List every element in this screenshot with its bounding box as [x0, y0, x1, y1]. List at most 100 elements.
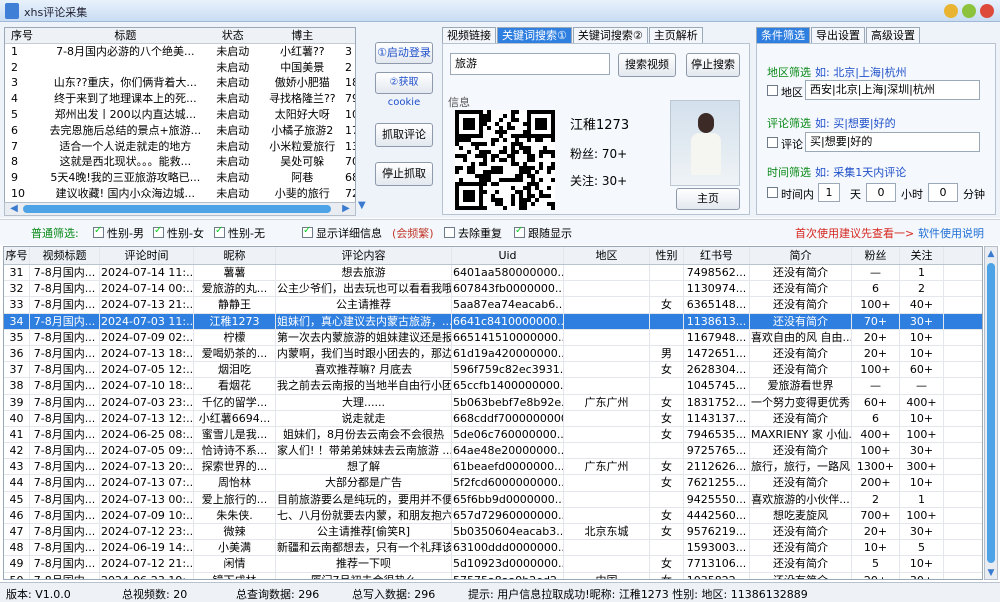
col-follow[interactable]: 关注	[900, 247, 944, 264]
col-region[interactable]: 地区	[564, 247, 650, 264]
table-row[interactable]: 45 7-8月国内... 2024-07-13 00:... 爱上旅行的... 目前旅游…	[4, 491, 982, 508]
header-title[interactable]: 标题	[45, 28, 206, 43]
table-row[interactable]: 43 7-8月国内... 2024-07-13 20:... 探索世界的... 想了解 6…	[4, 459, 982, 476]
task-row[interactable]: 4 终于来到了地理课本上的死... 未启动 寻找格隆兰?? 79	[5, 91, 355, 107]
col-red-id[interactable]: 红书号	[684, 247, 750, 264]
task-table-scrollbar[interactable]: ◀ ▶	[4, 202, 356, 216]
table-row[interactable]: 39 7-8月国内... 2024-07-03 23:... 千亿的留学... 大理..…	[4, 394, 982, 411]
table-row[interactable]: 33 7-8月国内... 2024-07-13 21:... 静静王 公主请推荐 5aa8…	[4, 297, 982, 314]
stop-capture-button[interactable]: 停止抓取	[375, 162, 433, 186]
scroll-down-icon[interactable]: ▼	[985, 567, 997, 579]
female-checkbox[interactable]	[153, 225, 164, 238]
stop-search-button[interactable]: 停止搜索	[686, 53, 740, 77]
col-bio[interactable]: 简介	[750, 247, 852, 264]
get-cookie-button[interactable]: ②获取cookie	[375, 72, 433, 108]
close-icon[interactable]	[980, 4, 994, 18]
homepage-button[interactable]: 主页	[676, 188, 740, 210]
tab-keyword-search-2[interactable]: 关键词搜索②	[572, 27, 648, 43]
table-row[interactable]: 44 7-8月国内... 2024-07-13 07:... 周怡林 大部分都是广告 5f…	[4, 475, 982, 492]
cell-gender: 女	[650, 572, 684, 579]
dedupe-checkbox[interactable]	[444, 227, 455, 238]
minutes-input[interactable]: 0	[928, 183, 958, 202]
table-row[interactable]: 36 7-8月国内... 2024-07-13 18:... 爱喝奶茶的... 内蒙啊，…	[4, 345, 982, 363]
table-row[interactable]: 34 7-8月国内... 2024-07-03 11:... 江稚1273 姐妹们，真心…	[4, 313, 982, 330]
col-content[interactable]: 评论内容	[276, 247, 452, 264]
task-blogger: 太阳好大呀	[274, 107, 330, 121]
cell-comment-time: 2024-07-13 00:...	[101, 491, 194, 507]
table-row[interactable]: 49 7-8月国内... 2024-07-12 21:... 闲情 推荐一下呗 5d109…	[4, 556, 982, 573]
days-input[interactable]: 1	[818, 183, 840, 202]
no-gender-checkbox[interactable]	[214, 225, 225, 238]
table-row[interactable]: 35 7-8月国内... 2024-07-09 02:... 柠檬 第一次去内蒙旅游的姐…	[4, 329, 982, 346]
table-row[interactable]: 37 7-8月国内... 2024-07-05 12:... 烟泪吃 喜欢推荐嘛? 月底…	[4, 362, 982, 379]
manual-link[interactable]: 软件使用说明	[918, 225, 984, 241]
maximize-icon[interactable]	[962, 4, 976, 18]
scroll-right-icon[interactable]: ▶	[339, 203, 353, 215]
header-blogger[interactable]: 博主	[260, 28, 346, 43]
tab-export-settings[interactable]: 导出设置	[811, 27, 865, 43]
col-index[interactable]: 序号	[4, 247, 30, 264]
table-row[interactable]: 38 7-8月国内... 2024-07-10 18:... 看烟花 我之前去云南报的当…	[4, 378, 982, 395]
col-video-title[interactable]: 视频标题	[30, 247, 100, 264]
cell-comment-time: 2024-07-12 23:...	[101, 524, 194, 540]
detail-checkbox[interactable]	[302, 225, 313, 238]
status-tip: 提示: 用户信息拉取成功!昵称: 江稚1273 性别: 地区: 11386132…	[468, 588, 808, 601]
task-row[interactable]: 2 未启动 中国美景 2	[5, 60, 355, 76]
table-row[interactable]: 32 7-8月国内... 2024-07-14 00:... 爱旅游的丸... 公主少爷…	[4, 281, 982, 298]
start-login-button[interactable]: ①启动登录	[375, 42, 433, 64]
follow-show-checkbox[interactable]	[514, 225, 525, 238]
task-row[interactable]: 6 去完恩施后总结的景点+旅游... 未启动 小橘子旅游2 17	[5, 123, 355, 139]
comment-scroll-thumb[interactable]	[987, 263, 995, 563]
tab-video-link[interactable]: 视频链接	[442, 27, 496, 43]
region-checkbox[interactable]	[767, 85, 778, 96]
header-index[interactable]: 序号	[5, 28, 45, 43]
scroll-left-icon[interactable]: ◀	[7, 203, 21, 215]
table-row[interactable]: 46 7-8月国内... 2024-07-09 10:... 朱朱侠. 七、八月份就要去…	[4, 507, 982, 524]
comment-input[interactable]: 买|想要|好的	[805, 132, 980, 152]
capture-comments-button[interactable]: 抓取评论	[375, 123, 433, 147]
scroll-thumb[interactable]	[23, 205, 331, 213]
task-row[interactable]: 10 建议收藏! 国内小众海边城... 未启动 小斐的旅行 72	[5, 186, 355, 202]
male-checkbox[interactable]	[93, 225, 104, 238]
scroll-down-icon[interactable]: ▼	[358, 200, 366, 211]
region-input[interactable]: 西安|北京|上海|深圳|杭州	[805, 80, 980, 100]
scroll-up-icon[interactable]: ▲	[985, 248, 997, 260]
task-row[interactable]: 3 山东??重庆，你们俩背着大... 未启动 傲娇小肥猫 18	[5, 75, 355, 91]
col-nickname[interactable]: 昵称	[194, 247, 276, 264]
header-status[interactable]: 状态	[206, 28, 260, 43]
time-checkbox[interactable]	[767, 187, 778, 198]
tab-condition-filter[interactable]: 条件筛选	[756, 27, 810, 43]
tab-homepage-parse[interactable]: 主页解析	[648, 27, 703, 43]
col-comment-time[interactable]: 评论时间	[100, 247, 194, 264]
tab-advanced-settings[interactable]: 高级设置	[866, 27, 920, 43]
task-row[interactable]: 7 适合一个人说走就走的地方 未启动 小米粒爱旅行 13	[5, 139, 355, 155]
col-gender[interactable]: 性别	[650, 247, 684, 264]
search-video-button[interactable]: 搜索视频	[618, 53, 676, 77]
keyword-input[interactable]: 旅游	[450, 53, 610, 75]
hours-input[interactable]: 0	[866, 183, 896, 202]
comment-table-scrollbar[interactable]: ▲ ▼	[984, 246, 998, 580]
task-row[interactable]: 5 郑州出发丨200以内直达城... 未启动 太阳好大呀 10	[5, 107, 355, 123]
table-row[interactable]: 31 7-8月国内... 2024-07-14 11:... 薯薯 想去旅游 6401aa…	[4, 265, 982, 282]
comment-checkbox[interactable]	[767, 137, 778, 148]
table-row[interactable]: 41 7-8月国内... 2024-06-25 08:... 蜜雪儿是我... 姐妹们，…	[4, 426, 982, 444]
table-row[interactable]: 40 7-8月国内... 2024-07-13 12:... 小红薯6694... 说走…	[4, 410, 982, 427]
task-row[interactable]: 9 5天4晚!我的三亚旅游攻略已... 未启动 阿巷 68	[5, 170, 355, 186]
no-gender-label: 性别-无	[228, 227, 265, 240]
cell-comment-time: 2024-07-03 11:...	[101, 313, 194, 329]
cell-red-id: 1167948...	[684, 329, 750, 345]
table-row[interactable]: 47 7-8月国内... 2024-07-12 23:... 微辣 公主请推荐[偷笑R]…	[4, 524, 982, 541]
task-title: 7-8月国内必游的八个绝美...	[56, 44, 195, 58]
cell-region	[564, 378, 650, 394]
task-row[interactable]: 1 7-8月国内必游的八个绝美... 未启动 小红薯?? 3	[5, 44, 355, 60]
col-uid[interactable]: Uid	[452, 247, 564, 264]
table-row[interactable]: 48 7-8月国内... 2024-06-19 14:... 小美满 新疆和云南都想去，…	[4, 540, 982, 557]
cell-content: 大理......	[276, 394, 452, 410]
detail-note: (会频繁)	[392, 227, 434, 240]
tab-keyword-search-1[interactable]: 关键词搜索①	[497, 27, 572, 43]
table-row[interactable]: 42 7-8月国内... 2024-07-05 09:... 恰诗诗不系... 家人们!…	[4, 443, 982, 460]
table-row[interactable]: 507-8月国内...2024-06-23 19:...镜下成林厦门7月初去会很…	[4, 572, 982, 579]
task-row[interactable]: 8 这就是西北现状。。。能救... 未启动 吴处可躲 70	[5, 154, 355, 170]
col-fans[interactable]: 粉丝	[852, 247, 900, 264]
minimize-icon[interactable]	[944, 4, 958, 18]
